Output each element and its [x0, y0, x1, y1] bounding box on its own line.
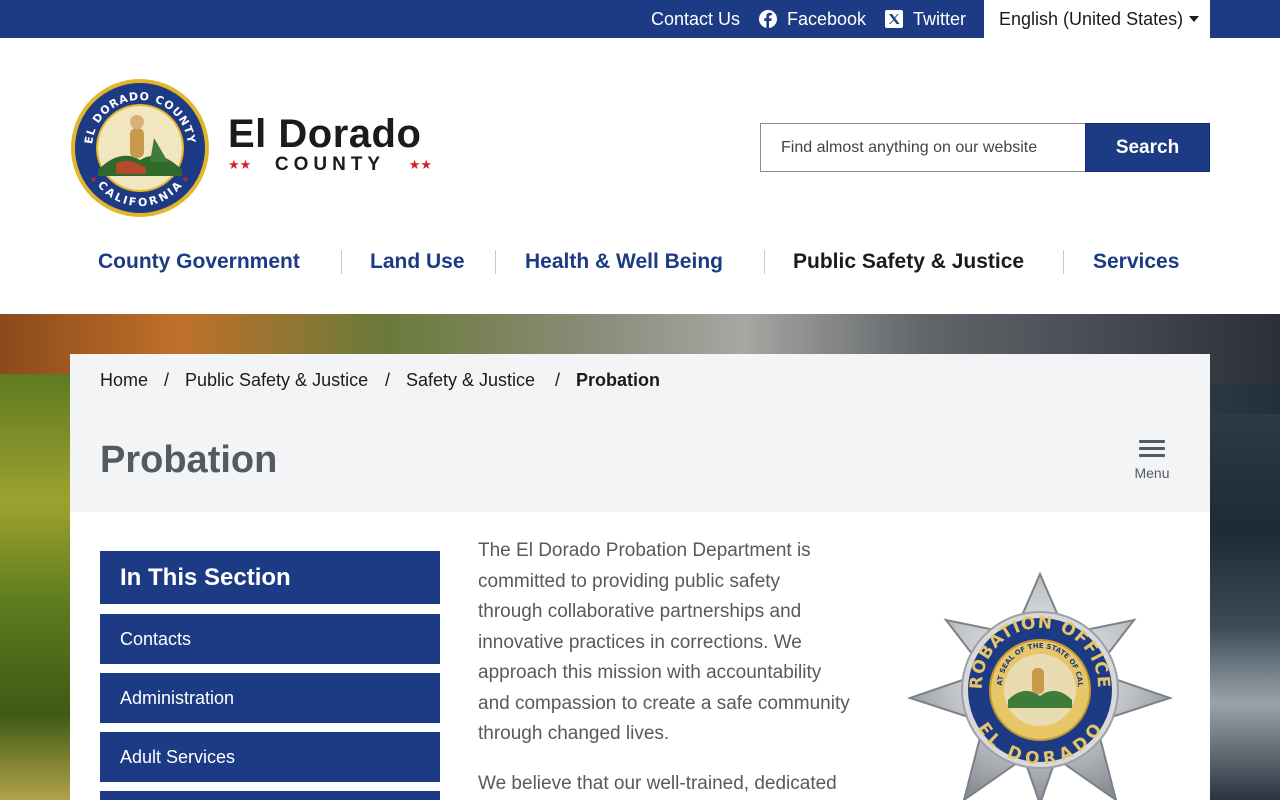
section-link-contacts[interactable]: Contacts — [100, 614, 440, 664]
facebook-link[interactable]: Facebook — [787, 0, 866, 38]
intro-line: committed to providing public safety — [478, 570, 781, 592]
svg-text:★: ★ — [182, 175, 189, 184]
intro-line: The El Dorado Probation Department is — [478, 540, 811, 561]
brand-name: El Dorado — [228, 112, 422, 156]
county-wordmark[interactable]: El Dorado ★★ COUNTY ★★ — [228, 112, 438, 176]
county-seal-logo[interactable]: EL DORADO COUNTY CALIFORNIA ★ ★ — [70, 78, 210, 218]
nav-public-safety-justice[interactable]: Public Safety & Justice — [793, 244, 1024, 280]
section-nav-heading: In This Section — [100, 551, 440, 604]
intro-paragraph: The El Dorado Probation Department is co… — [478, 536, 888, 750]
facebook-icon — [759, 10, 777, 28]
section-menu-button[interactable]: Menu — [1128, 438, 1176, 484]
intro-line: approach this mission with accountabilit… — [478, 662, 822, 683]
x-twitter-icon — [885, 10, 903, 28]
hero-foliage — [0, 374, 72, 800]
utility-bar: Contact Us Facebook Twitter English (Uni… — [0, 0, 1280, 38]
hamburger-icon — [1139, 440, 1165, 443]
nav-divider — [341, 250, 342, 274]
breadcrumb-home[interactable]: Home — [100, 368, 148, 392]
language-select[interactable]: English (United States) — [984, 0, 1210, 38]
nav-land-use[interactable]: Land Use — [370, 244, 465, 280]
svg-text:★: ★ — [90, 175, 97, 184]
nav-county-government[interactable]: County Government — [98, 244, 300, 280]
hamburger-icon — [1139, 454, 1165, 457]
breadcrumb-current: Probation — [576, 370, 660, 390]
breadcrumb-public-safety-justice[interactable]: Public Safety & Justice — [185, 368, 368, 392]
star-icon: ★★ — [408, 157, 432, 172]
nav-divider — [1063, 250, 1064, 274]
probation-officer-badge-image: PROBATION OFFICER THE GREAT SEAL OF THE … — [906, 572, 1174, 800]
second-paragraph: We believe that our well-trained, dedica… — [478, 769, 888, 800]
breadcrumb-separator: / — [164, 370, 170, 390]
page-title: Probation — [100, 439, 278, 481]
site-search-input[interactable] — [760, 123, 1085, 172]
language-select-value: English (United States) — [999, 9, 1184, 29]
intro-line: and compassion to create a safe communit… — [478, 692, 850, 714]
breadcrumb-safety-justice[interactable]: Safety & Justice — [406, 368, 535, 392]
twitter-link[interactable]: Twitter — [913, 0, 966, 38]
breadcrumb-separator: / — [555, 370, 561, 390]
caret-down-icon — [1189, 16, 1199, 22]
hamburger-icon — [1139, 447, 1165, 450]
nav-health-well-being[interactable]: Health & Well Being — [525, 244, 723, 280]
brand-subtitle: COUNTY — [274, 154, 386, 175]
search-button[interactable]: Search — [1085, 123, 1210, 172]
section-link-administration[interactable]: Administration — [100, 673, 440, 723]
second-line: We believe that our well-trained, dedica… — [478, 773, 837, 794]
intro-line: through changed lives. — [478, 723, 670, 744]
contact-us-link[interactable]: Contact Us — [651, 0, 740, 38]
nav-divider — [495, 250, 496, 274]
section-link-next[interactable] — [100, 791, 440, 800]
breadcrumb-separator: / — [385, 370, 391, 390]
intro-line: innovative practices in corrections. We — [478, 631, 802, 653]
section-link-adult-services[interactable]: Adult Services — [100, 732, 440, 782]
intro-line: through collaborative partnerships and — [478, 601, 802, 622]
hero-ocean — [1208, 414, 1280, 800]
nav-services[interactable]: Services — [1093, 244, 1179, 280]
nav-divider — [764, 250, 765, 274]
menu-label: Menu — [1134, 465, 1170, 481]
